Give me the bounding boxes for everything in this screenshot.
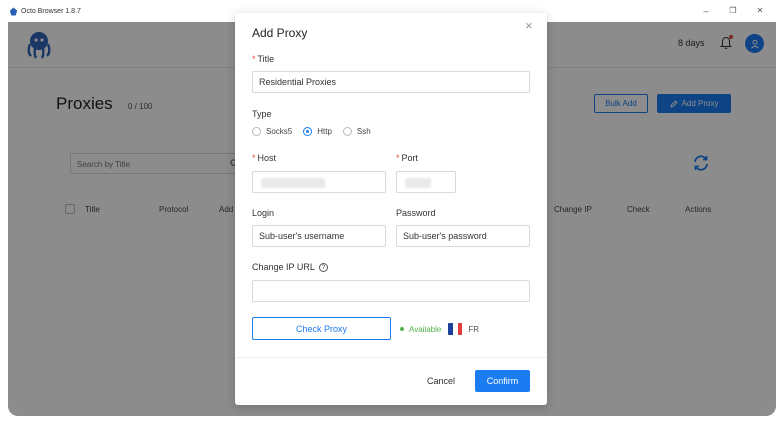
radio-circle-selected: [303, 127, 313, 136]
radio-circle: [252, 127, 261, 136]
redacted-host: [261, 178, 325, 188]
login-label: Login: [252, 208, 275, 218]
redacted-port: [405, 178, 431, 188]
close-icon[interactable]: ×: [525, 19, 533, 33]
add-proxy-dialog: Add Proxy × * Title Residential Proxies T…: [235, 13, 547, 405]
radio-label: Socks5: [266, 127, 293, 136]
close-window-button[interactable]: ✕: [753, 4, 767, 18]
check-proxy-button[interactable]: Check Proxy: [252, 317, 391, 340]
country-code: FR: [468, 324, 479, 334]
restore-button[interactable]: ❐: [726, 4, 740, 18]
minimize-button[interactable]: –: [699, 4, 713, 18]
password-input[interactable]: Sub-user's password: [396, 225, 530, 247]
confirm-button[interactable]: Confirm: [475, 370, 530, 392]
dialog-title: Add Proxy: [252, 26, 308, 40]
help-icon[interactable]: ?: [318, 263, 328, 272]
check-proxy-label: Check Proxy: [295, 323, 348, 334]
change-ip-url-label: Change IP URL?: [252, 262, 328, 272]
cancel-button[interactable]: Cancel: [415, 370, 467, 392]
cancel-label: Cancel: [426, 376, 455, 386]
octo-logo-icon: [9, 6, 18, 16]
change-ip-url-input[interactable]: [252, 280, 530, 302]
confirm-label: Confirm: [486, 376, 519, 386]
port-input[interactable]: [396, 171, 456, 193]
title-input[interactable]: Residential Proxies: [252, 71, 530, 93]
radio-circle: [342, 127, 352, 136]
radio-http[interactable]: Http: [303, 127, 332, 136]
status-dot: [400, 327, 404, 331]
proxy-status: Available FR: [400, 323, 479, 335]
screen: Octo Browser 1.8.7 – ❐ ✕ 8 days Proxies …: [0, 0, 784, 424]
type-label: Type: [252, 109, 272, 119]
status-text: Available: [409, 324, 442, 334]
radio-label: Ssh: [356, 127, 371, 136]
app-title: Octo Browser 1.8.7: [21, 7, 81, 15]
france-flag-icon: [448, 323, 463, 335]
login-input[interactable]: Sub-user's username: [252, 225, 386, 247]
dialog-footer-divider: [235, 357, 547, 358]
radio-label: Http: [317, 127, 332, 136]
title-field-label: * Title: [252, 54, 275, 64]
host-field-label: * Host: [252, 153, 277, 163]
host-input[interactable]: [252, 171, 386, 193]
port-field-label: * Port: [396, 153, 419, 163]
radio-socks5[interactable]: Socks5: [252, 127, 292, 136]
radio-ssh[interactable]: Ssh: [342, 127, 371, 136]
password-label: Password: [396, 208, 436, 218]
type-radio-group: Socks5 Http Ssh: [252, 127, 382, 136]
